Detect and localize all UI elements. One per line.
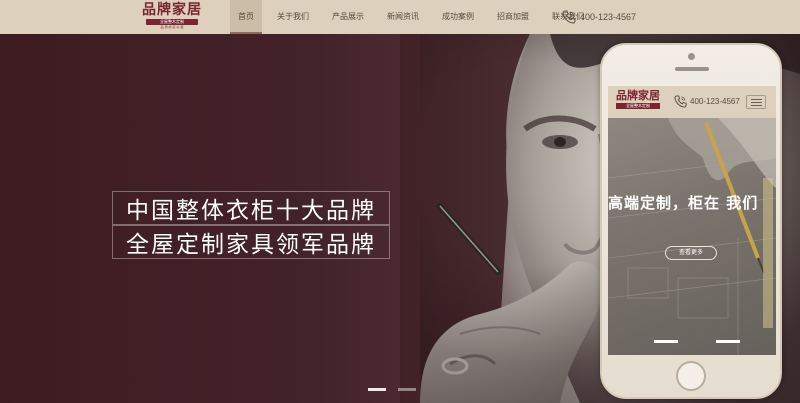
nav-item-about[interactable]: 关于我们 bbox=[269, 0, 317, 34]
mobile-banner: 高端定制，柜在 我们 查看更多 bbox=[608, 118, 776, 355]
hero-slogan-line1: 中国整体衣柜十大品牌 bbox=[112, 191, 390, 225]
phone-icon bbox=[562, 10, 576, 24]
logo-title: 品牌家居 bbox=[142, 2, 202, 18]
menu-bar bbox=[750, 98, 762, 100]
mobile-slider-dot-2[interactable] bbox=[716, 340, 740, 343]
phone-camera bbox=[688, 53, 695, 60]
site-header: 品牌家居 全屋整木定制 品 质 成 就 卓 越 首页 关于我们 产品展示 新闻资… bbox=[0, 0, 800, 34]
hamburger-menu-icon[interactable] bbox=[746, 95, 766, 109]
mobile-phone: 400-123-4567 bbox=[674, 95, 740, 108]
slider-dot-2[interactable] bbox=[398, 388, 416, 391]
mobile-slider-dots bbox=[654, 340, 740, 343]
hero-slogan-line2: 全屋定制家具领军品牌 bbox=[112, 225, 390, 259]
phone-home-button[interactable] bbox=[676, 361, 706, 391]
mobile-header: 品牌家居 全屋整木定制 400-123-4567 bbox=[608, 86, 776, 118]
mobile-banner-slogan: 高端定制，柜在 我们 bbox=[608, 194, 759, 212]
nav-item-cases[interactable]: 成功案例 bbox=[434, 0, 482, 34]
page: 品牌家居 全屋整木定制 品 质 成 就 卓 越 首页 关于我们 产品展示 新闻资… bbox=[0, 0, 800, 403]
phone-speaker bbox=[675, 67, 709, 71]
mobile-logo-subtitle: 全屋整木定制 bbox=[616, 103, 660, 109]
menu-bar bbox=[750, 104, 762, 106]
logo[interactable]: 品牌家居 全屋整木定制 品 质 成 就 卓 越 bbox=[140, 2, 204, 32]
logo-tagline: 品 质 成 就 卓 越 bbox=[160, 25, 184, 29]
mobile-phone-number: 400-123-4567 bbox=[690, 97, 740, 106]
hero-slider-dots bbox=[368, 388, 416, 391]
mobile-logo[interactable]: 品牌家居 全屋整木定制 bbox=[612, 89, 664, 109]
slider-dot-1[interactable] bbox=[368, 388, 386, 391]
phone-number: 400-123-4567 bbox=[580, 12, 637, 22]
mobile-preview-phone: 高端定制，柜在 我们 查看更多 品牌家居 全屋整木定制 400-123-4567 bbox=[600, 43, 782, 399]
nav-item-franchise[interactable]: 招商加盟 bbox=[489, 0, 537, 34]
menu-bar bbox=[750, 101, 762, 103]
view-more-button[interactable]: 查看更多 bbox=[665, 246, 717, 260]
nav-item-home[interactable]: 首页 bbox=[230, 0, 262, 34]
header-phone: 400-123-4567 bbox=[562, 0, 636, 34]
mobile-logo-title: 品牌家居 bbox=[616, 89, 660, 102]
nav-item-products[interactable]: 产品展示 bbox=[324, 0, 372, 34]
nav-item-news[interactable]: 新闻资讯 bbox=[379, 0, 427, 34]
main-nav: 首页 关于我们 产品展示 新闻资讯 成功案例 招商加盟 联系我们 bbox=[230, 0, 599, 34]
mobile-screen: 高端定制，柜在 我们 查看更多 品牌家居 全屋整木定制 400-123-4567 bbox=[608, 86, 776, 355]
phone-icon bbox=[674, 95, 687, 108]
mobile-banner-image bbox=[608, 118, 776, 355]
mobile-slider-dot-1[interactable] bbox=[654, 340, 678, 343]
